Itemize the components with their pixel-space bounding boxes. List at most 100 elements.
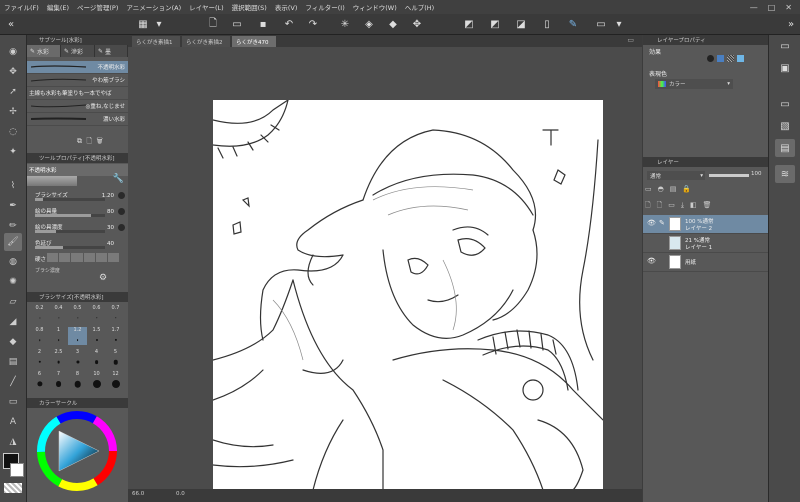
brush-item[interactable]: ◎重ね,なじませ xyxy=(27,100,128,113)
tab-watercolor[interactable]: ✎ 水彩 xyxy=(27,45,61,57)
expression-color-select[interactable]: カラー ▾ xyxy=(655,79,733,89)
move-layer-icon[interactable]: ✢ xyxy=(4,103,22,121)
grid-layout-icon[interactable]: ▦ xyxy=(136,17,150,31)
new-subtool-icon[interactable]: 🗋 xyxy=(86,137,92,145)
slider[interactable] xyxy=(35,230,105,233)
menu-item[interactable]: ヘルプ(H) xyxy=(401,2,438,12)
menu-item[interactable]: ファイル(F) xyxy=(0,2,43,12)
brush-size-cell[interactable]: 6 xyxy=(30,371,49,389)
brush-item[interactable]: 濃い水彩 xyxy=(27,113,128,126)
brush-size-cell[interactable]: 1 xyxy=(49,327,68,345)
brush-size-cell[interactable]: 3 xyxy=(68,349,87,367)
rotation-value[interactable]: 0.0 xyxy=(176,491,185,497)
chevron-down-icon[interactable]: ▾ xyxy=(152,17,166,31)
brush-item[interactable]: やわ筋ブラシ xyxy=(27,74,128,87)
brush-size-cell[interactable]: 2.5 xyxy=(49,349,68,367)
layer-color-icon[interactable] xyxy=(737,55,744,62)
menu-item[interactable]: アニメーション(A) xyxy=(122,2,185,12)
symmetry-icon[interactable]: ▯ xyxy=(540,17,554,31)
menu-item[interactable]: 編集(E) xyxy=(43,2,73,12)
airbrush-tool-icon[interactable]: ◍ xyxy=(4,253,22,271)
brush-size-cell[interactable]: 2 xyxy=(30,349,49,367)
sub-view-icon[interactable]: ▣ xyxy=(775,59,795,77)
brush-size-cell[interactable]: 1.7 xyxy=(106,327,125,345)
layer-row[interactable]: 👁 ✎ 100 %通常 レイヤー 2 xyxy=(643,215,768,234)
pressure-icon[interactable] xyxy=(118,224,125,231)
prop-paint-density[interactable]: 絵の具濃度 30 xyxy=(27,222,128,235)
brush-size-cell[interactable]: 4 xyxy=(87,349,106,367)
prop-color-stretch[interactable]: 色延び 40 xyxy=(27,238,128,251)
lock-icon[interactable]: 🔒 xyxy=(682,185,691,195)
brush-tool-icon[interactable]: 🖌 xyxy=(4,233,22,251)
canvas-settings-icon[interactable]: ▭ xyxy=(594,17,608,31)
color-wheel[interactable] xyxy=(37,411,117,491)
fill-bucket-icon[interactable]: ◆ xyxy=(386,17,400,31)
layer-property-icon[interactable]: ▤ xyxy=(775,139,795,157)
eye-icon[interactable]: 👁 xyxy=(647,219,656,227)
move-tool-icon[interactable]: ✥ xyxy=(4,63,22,81)
chevron-down-icon[interactable]: ▾ xyxy=(612,17,626,31)
delete-subtool-icon[interactable]: 🗑 xyxy=(97,137,103,145)
auto-select-icon[interactable]: ✦ xyxy=(4,143,22,161)
brush-size-cell[interactable]: 0.7 xyxy=(106,305,125,323)
slider[interactable] xyxy=(35,214,105,217)
ruler-icon[interactable]: ◩ xyxy=(462,17,476,31)
decoration-tool-icon[interactable]: ✺ xyxy=(4,273,22,291)
brush-size-cell[interactable]: 1.5 xyxy=(87,327,106,345)
wrench-icon[interactable]: 🔧 xyxy=(113,174,124,184)
menu-item[interactable]: ウィンドウ(W) xyxy=(349,2,401,12)
settings-icon[interactable]: ⚙ xyxy=(99,273,107,283)
brush-size-cell[interactable]: 8 xyxy=(68,371,87,389)
slider[interactable] xyxy=(35,246,105,249)
navigator-icon[interactable]: ▭ xyxy=(775,37,795,55)
blend-mode-select[interactable]: 通常 ▾ xyxy=(647,171,705,180)
transform-icon[interactable]: ◈ xyxy=(362,17,376,31)
open-folder-icon[interactable]: ▭ xyxy=(230,17,244,31)
new-vector-layer-icon[interactable]: 🗋 xyxy=(657,201,663,211)
menu-item[interactable]: 選択範囲(S) xyxy=(228,2,271,12)
perspective-icon[interactable]: ◪ xyxy=(514,17,528,31)
loading-icon[interactable]: ✳ xyxy=(338,17,352,31)
crop-icon[interactable]: ✥ xyxy=(410,17,424,31)
canvas-tab[interactable]: らくがき素描2 xyxy=(182,36,230,47)
merge-down-icon[interactable]: ⤓ xyxy=(681,201,684,211)
brush-size-cell[interactable]: 0.8 xyxy=(30,327,49,345)
new-file-icon[interactable]: 🗋 xyxy=(206,17,220,31)
blend-tool-icon[interactable]: ◢ xyxy=(4,313,22,331)
save-icon[interactable]: ▪ xyxy=(256,17,270,31)
close-icon[interactable]: ▭ xyxy=(627,36,634,44)
zoom-value[interactable]: 66.0 xyxy=(132,491,144,497)
maximize-button[interactable]: □ xyxy=(768,3,776,12)
brush-size-cell[interactable]: 12 xyxy=(106,371,125,389)
redo-icon[interactable]: ↷ xyxy=(306,17,320,31)
layer-panel-icon[interactable]: ≋ xyxy=(775,165,795,183)
zoom-tool-icon[interactable]: ◉ xyxy=(4,43,22,61)
brush-size-cell[interactable]: 5 xyxy=(106,349,125,367)
menu-item[interactable]: ページ管理(P) xyxy=(73,2,122,12)
mask-icon[interactable]: ◧ xyxy=(690,201,697,211)
eyedropper-icon[interactable]: ⌇ xyxy=(4,177,22,195)
eraser-tool-icon[interactable]: ▱ xyxy=(4,293,22,311)
gradient-tool-icon[interactable]: ▤ xyxy=(4,353,22,371)
search-layer-icon[interactable]: ▭ xyxy=(775,95,795,113)
brush-size-cell[interactable]: 0.2 xyxy=(30,305,49,323)
pressure-icon[interactable] xyxy=(118,208,125,215)
operation-tool-icon[interactable]: ➚ xyxy=(4,83,22,101)
prop-paint-amount[interactable]: 絵の具量 80 xyxy=(27,206,128,219)
minimize-button[interactable]: — xyxy=(750,3,758,12)
menu-item[interactable]: レイヤー(L) xyxy=(185,2,228,12)
opacity-value[interactable]: 100 xyxy=(751,171,762,177)
undo-icon[interactable]: ↶ xyxy=(282,17,296,31)
figure-tool-icon[interactable]: ╱ xyxy=(4,373,22,391)
slider[interactable] xyxy=(35,198,105,201)
extract-line-icon[interactable] xyxy=(717,55,724,62)
clip-icon[interactable]: ▭ xyxy=(645,185,652,195)
border-effect-icon[interactable] xyxy=(707,55,714,62)
text-tool-icon[interactable]: A xyxy=(4,413,22,431)
new-layer-icon[interactable]: 🗋 xyxy=(645,201,651,211)
eye-icon[interactable]: 👁 xyxy=(647,257,656,265)
menu-item[interactable]: フィルター(I) xyxy=(301,2,348,12)
pen-tool-icon[interactable]: ✒ xyxy=(4,197,22,215)
material-icon[interactable]: ▧ xyxy=(775,117,795,135)
snap-icon[interactable]: ◩ xyxy=(488,17,502,31)
